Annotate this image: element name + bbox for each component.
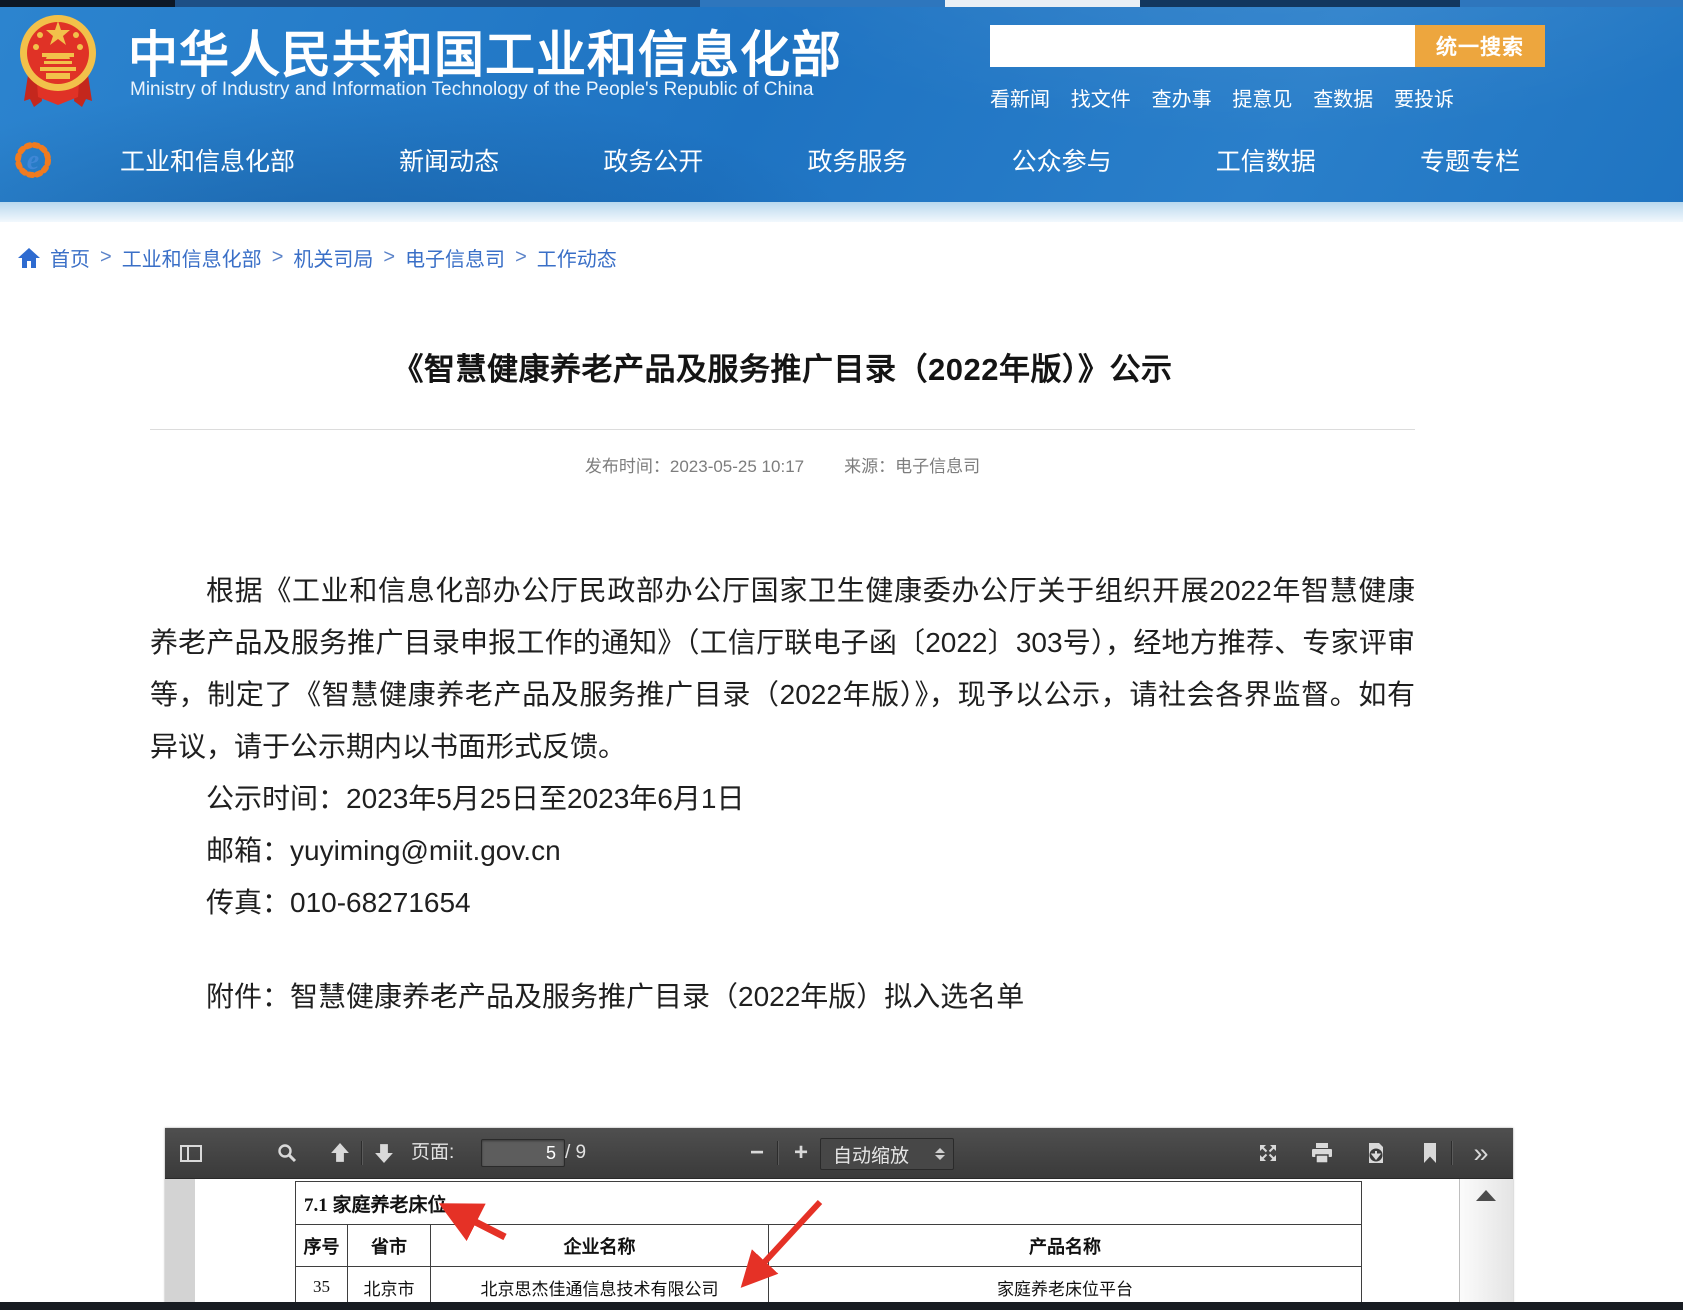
miit-logo-icon: e [12, 139, 54, 181]
breadcrumb-separator: > [100, 246, 112, 269]
presentation-mode-button[interactable] [1253, 1139, 1283, 1167]
site-header: 中华人民共和国工业和信息化部 Ministry of Industry and … [0, 7, 1683, 222]
top-edge-strip [0, 0, 1683, 7]
breadcrumb-separator: > [515, 246, 527, 269]
search-input[interactable] [990, 25, 1415, 67]
presentation-mode-icon [1258, 1143, 1278, 1163]
nav-item-gov-open[interactable]: 政务公开 [603, 142, 703, 178]
search-box: 统一搜索 [990, 25, 1545, 67]
pdf-table-row: 35 北京市 北京思杰佳通信息技术有限公司 家庭养老床位平台 [296, 1267, 1361, 1307]
article-meta: 发布时间：2023-05-25 10:17 来源：电子信息司 [150, 452, 1415, 477]
paragraph: 根据《工业和信息化部办公厅民政部办公厅国家卫生健康委办公厅关于组织开展2022年… [150, 565, 1415, 773]
quick-link-data[interactable]: 查数据 [1313, 83, 1373, 112]
next-page-button[interactable] [369, 1139, 399, 1167]
pdf-viewer: 页面: / 9 − + 自动缩放 [165, 1128, 1513, 1310]
breadcrumb-separator: > [272, 246, 284, 269]
bookmark-icon [1423, 1143, 1437, 1163]
cell-product: 家庭养老床位平台 [769, 1267, 1361, 1307]
find-button[interactable] [273, 1139, 301, 1167]
sidebar-toggle-button[interactable] [177, 1139, 205, 1167]
main-nav: e 工业和信息化部 新闻动态 政务公开 政务服务 公众参与 工信数据 专题专栏 [0, 129, 1683, 191]
breadcrumb-miit[interactable]: 工业和信息化部 [122, 243, 262, 272]
pdf-toolbar: 页面: / 9 − + 自动缩放 [165, 1128, 1513, 1179]
pdf-table-header-row: 序号 省市 企业名称 产品名称 [296, 1225, 1361, 1267]
toolbar-more-button[interactable]: » [1463, 1139, 1497, 1167]
nav-item-topics[interactable]: 专题专栏 [1420, 142, 1520, 178]
source-value: 电子信息司 [895, 457, 980, 476]
article-title: 《智慧健康养老产品及服务推广目录（2022年版）》公示 [150, 330, 1415, 389]
col-header-product: 产品名称 [769, 1225, 1361, 1266]
pdf-table: 7.1 家庭养老床位 序号 省市 企业名称 产品名称 35 北京市 北京思杰佳通… [295, 1181, 1362, 1308]
site-subtitle: Ministry of Industry and Information Tec… [130, 79, 813, 101]
paragraph-email: 邮箱：yuyiming@miit.gov.cn [150, 825, 1415, 877]
zoom-out-button[interactable]: − [743, 1139, 771, 1167]
breadcrumb-home[interactable]: 首页 [50, 243, 90, 272]
breadcrumb-departments[interactable]: 机关司局 [293, 243, 373, 272]
pdf-page: 7.1 家庭养老床位 序号 省市 企业名称 产品名称 35 北京市 北京思杰佳通… [195, 1178, 1460, 1310]
scroll-up-icon[interactable] [1476, 1190, 1496, 1201]
publish-time-value: 2023-05-25 10:17 [670, 457, 804, 476]
paragraph-fax: 传真：010-68271654 [150, 877, 1415, 929]
breadcrumb-electronics-dept[interactable]: 电子信息司 [405, 243, 505, 272]
pdf-table-section-title: 7.1 家庭养老床位 [296, 1182, 1361, 1225]
breadcrumb-work-updates[interactable]: 工作动态 [537, 243, 617, 272]
breadcrumb-separator: > [383, 246, 395, 269]
search-icon [277, 1143, 297, 1163]
breadcrumb: 首页 > 工业和信息化部 > 机关司局 > 电子信息司 > 工作动态 [18, 243, 617, 272]
download-button[interactable] [1361, 1139, 1391, 1167]
previous-page-button[interactable] [325, 1139, 355, 1167]
title-divider [150, 429, 1415, 430]
download-icon [1366, 1143, 1386, 1163]
quick-link-complaint[interactable]: 要投诉 [1394, 83, 1454, 112]
nav-item-gov-service[interactable]: 政务服务 [807, 142, 907, 178]
quick-links: 看新闻 找文件 查办事 提意见 查数据 要投诉 [990, 83, 1454, 112]
toolbar-divider [361, 1141, 363, 1165]
print-button[interactable] [1307, 1139, 1337, 1167]
source-label: 来源： [844, 457, 895, 476]
national-emblem [16, 9, 100, 115]
article: 《智慧健康养老产品及服务推广目录（2022年版）》公示 发布时间：2023-05… [150, 330, 1415, 1023]
col-header-index: 序号 [296, 1225, 348, 1266]
zoom-mode-select[interactable]: 自动缩放 [820, 1138, 954, 1170]
toolbar-divider [1451, 1141, 1453, 1165]
quick-link-services[interactable]: 查办事 [1152, 83, 1212, 112]
page-number-label: 页面: [411, 1128, 454, 1178]
cell-company: 北京思杰佳通信息技术有限公司 [431, 1267, 769, 1307]
bottom-edge-strip [0, 1302, 1683, 1310]
paragraph-public-period: 公示时间：2023年5月25日至2023年6月1日 [150, 773, 1415, 825]
svg-text:e: e [27, 145, 39, 176]
quick-link-news[interactable]: 看新闻 [990, 83, 1050, 112]
cell-province: 北京市 [348, 1267, 431, 1307]
nav-item-news[interactable]: 新闻动态 [399, 142, 499, 178]
nav-item-miit[interactable]: 工业和信息化部 [120, 142, 295, 178]
cell-index: 35 [296, 1267, 348, 1307]
page-number-input[interactable] [481, 1139, 565, 1167]
page-up-icon [330, 1143, 350, 1163]
site-title: 中华人民共和国工业和信息化部 [128, 15, 842, 87]
page-down-icon [374, 1143, 394, 1163]
col-header-province: 省市 [348, 1225, 431, 1266]
page-total-label: / 9 [565, 1128, 586, 1178]
col-header-company: 企业名称 [431, 1225, 769, 1266]
quick-link-suggest[interactable]: 提意见 [1232, 83, 1292, 112]
bookmark-button[interactable] [1417, 1139, 1443, 1167]
article-body: 根据《工业和信息化部办公厅民政部办公厅国家卫生健康委办公厅关于组织开展2022年… [150, 565, 1415, 1023]
unified-search-button[interactable]: 统一搜索 [1415, 25, 1545, 67]
sidebar-toggle-icon [180, 1145, 202, 1162]
pdf-content-area: 7.1 家庭养老床位 序号 省市 企业名称 产品名称 35 北京市 北京思杰佳通… [165, 1178, 1513, 1310]
nav-item-participation[interactable]: 公众参与 [1012, 142, 1112, 178]
quick-link-files[interactable]: 找文件 [1071, 83, 1131, 112]
zoom-mode-value: 自动缩放 [833, 1141, 935, 1168]
toolbar-divider [777, 1141, 779, 1165]
pdf-scrollbar[interactable] [1459, 1178, 1513, 1310]
nav-item-data[interactable]: 工信数据 [1216, 142, 1316, 178]
zoom-in-button[interactable]: + [787, 1139, 815, 1167]
page-root: 中华人民共和国工业和信息化部 Ministry of Industry and … [0, 0, 1683, 1310]
select-spinner-icon [935, 1148, 945, 1160]
print-icon [1311, 1143, 1333, 1163]
attachment-line: 附件：智慧健康养老产品及服务推广目录（2022年版）拟入选名单 [150, 971, 1415, 1023]
home-icon[interactable] [18, 248, 40, 268]
publish-time-label: 发布时间： [585, 457, 670, 476]
